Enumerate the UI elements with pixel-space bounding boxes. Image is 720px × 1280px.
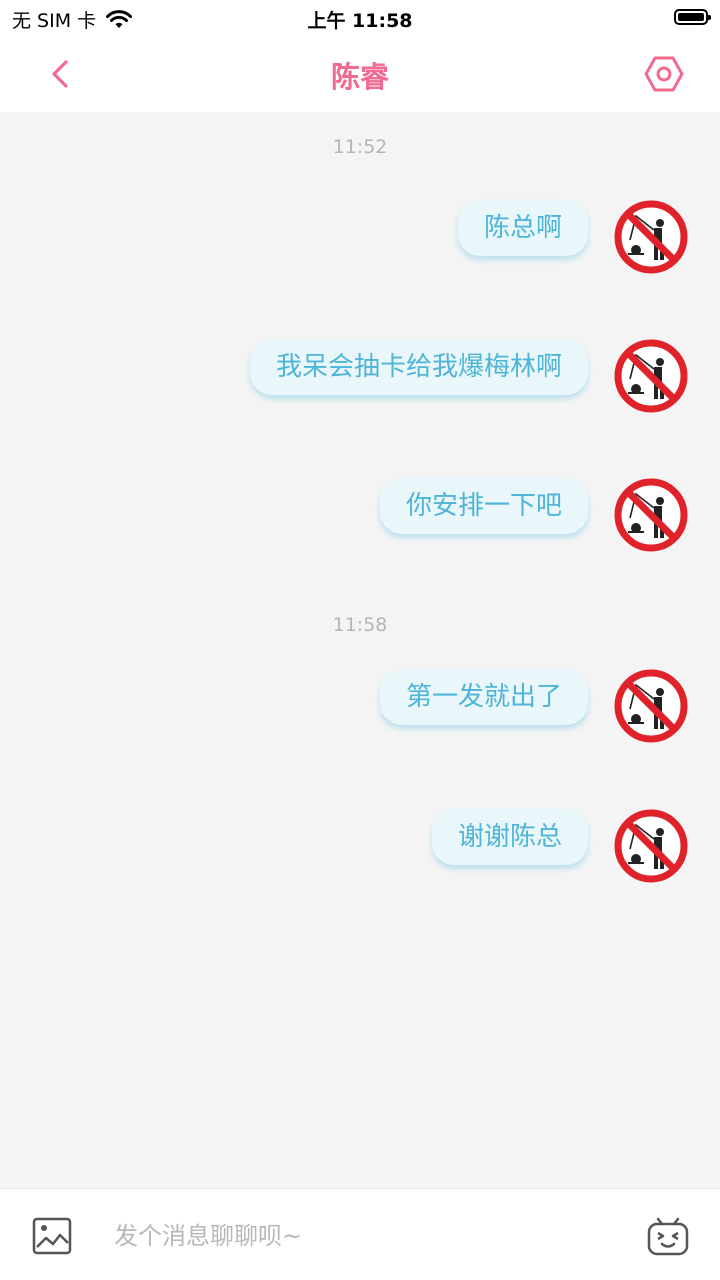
message-bubble[interactable]: 我呆会抽卡给我爆梅林啊 (249, 339, 588, 395)
timestamp: 11:58 (332, 614, 388, 636)
message-bubble[interactable]: 你安排一下吧 (379, 478, 588, 534)
avatar[interactable] (614, 339, 688, 413)
message-bubble[interactable]: 陈总啊 (457, 200, 588, 256)
no-fishing-sign-avatar-icon (614, 478, 688, 552)
message-row: 谢谢陈总 (431, 809, 688, 889)
status-time: 上午 11:58 (307, 10, 413, 32)
nav-bar: 陈睿 (0, 36, 720, 112)
page-title: 陈睿 (330, 60, 389, 94)
avatar[interactable] (614, 809, 688, 883)
message-input[interactable] (112, 1211, 596, 1261)
message-bubble[interactable]: 谢谢陈总 (431, 809, 588, 865)
emoji-face-icon[interactable] (646, 1215, 690, 1257)
message-bubble[interactable]: 第一发就出了 (379, 669, 588, 725)
avatar[interactable] (614, 669, 688, 743)
input-bar (0, 1188, 720, 1280)
chat-area: 11:52 陈总啊 我呆会抽卡给我爆梅林啊 你安排一下吧 11:58 第一发就出… (0, 112, 720, 1188)
avatar[interactable] (614, 478, 688, 552)
timestamp: 11:52 (332, 136, 388, 158)
image-icon[interactable] (32, 1217, 72, 1255)
battery-icon (674, 9, 711, 25)
message-row: 我呆会抽卡给我爆梅林啊 (249, 339, 688, 419)
message-row: 陈总啊 (457, 200, 688, 280)
no-fishing-sign-avatar-icon (614, 339, 688, 413)
no-fishing-sign-avatar-icon (614, 200, 688, 274)
status-bar: 无 SIM 卡 上午 11:58 (0, 0, 720, 36)
message-row: 第一发就出了 (379, 669, 688, 749)
settings-hexagon-icon[interactable] (644, 54, 684, 94)
avatar[interactable] (614, 200, 688, 274)
no-fishing-sign-avatar-icon (614, 669, 688, 743)
no-fishing-sign-avatar-icon (614, 809, 688, 883)
message-row: 你安排一下吧 (379, 478, 688, 558)
